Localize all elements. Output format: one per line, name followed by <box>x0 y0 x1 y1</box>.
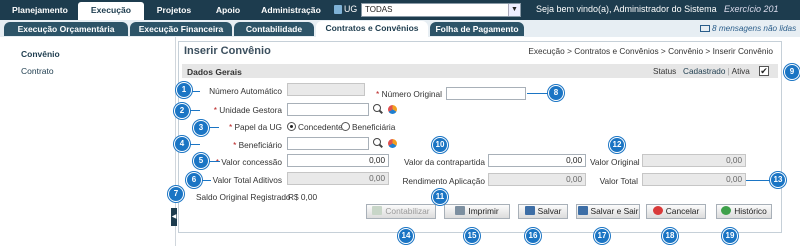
beneficiario-label: * Beneficiário <box>233 140 282 150</box>
historico-button[interactable]: Histórico <box>716 204 772 219</box>
history-icon <box>721 206 732 215</box>
tab-projetos[interactable]: Projetos <box>148 2 200 18</box>
callout-badge: 14 <box>398 228 414 244</box>
breadcrumb: Execução > Contratos e Convênios > Convê… <box>528 46 773 56</box>
status-label: Status <box>653 67 677 76</box>
page-title: Inserir Convênio <box>184 45 271 57</box>
callout-badge: 1 <box>176 82 192 98</box>
salvar-e-sair-button[interactable]: Salvar e Sair <box>576 204 640 219</box>
ug-select-value: TODAS <box>365 5 393 14</box>
callout-badge: 4 <box>174 136 190 152</box>
cancelar-button[interactable]: Cancelar <box>646 204 706 219</box>
callout-line <box>746 180 770 181</box>
concedente-label: Concedente <box>298 122 343 132</box>
callout-badge: 5 <box>193 153 209 169</box>
beneficiario-input[interactable] <box>287 137 369 150</box>
sidebar-collapse-handle[interactable]: ◀ <box>171 208 177 226</box>
messages-text: 8 mensagens não lidas <box>712 24 797 33</box>
callout-badge: 18 <box>662 228 678 244</box>
salvar-button[interactable]: Salvar <box>518 204 568 219</box>
subtab-execucao-financeira[interactable]: Execução Financeira <box>130 22 232 36</box>
ug-select[interactable]: TODAS ▼ <box>361 3 521 17</box>
unidade-gestora-label: * Unidade Gestora <box>213 105 282 115</box>
valor-concessao-input[interactable]: 0,00 <box>287 154 389 167</box>
options-icon[interactable] <box>388 139 397 148</box>
callout-badge: 16 <box>525 228 541 244</box>
printer-icon <box>455 206 466 215</box>
valor-total-field: 0,00 <box>642 173 746 186</box>
status-value: Cadastrado <box>683 67 726 76</box>
subtab-contratos-convenios[interactable]: Contratos e Convênios <box>316 21 428 37</box>
beneficiaria-label: Beneficiária <box>352 122 396 132</box>
envelope-icon <box>700 25 710 33</box>
callout-badge: 6 <box>186 172 202 188</box>
rendimento-aplicacao-field: 0,00 <box>488 173 586 186</box>
exercicio-label[interactable]: Exercício 201 <box>724 4 779 14</box>
ativa-label: Ativa <box>731 67 750 76</box>
numero-original-input[interactable] <box>446 87 526 100</box>
valor-original-label: Valor Original <box>590 157 640 167</box>
saldo-original-value: R$ 0,00 <box>288 192 318 202</box>
tab-administracao[interactable]: Administração <box>252 2 330 18</box>
save-icon <box>524 206 535 215</box>
tab-apoio[interactable]: Apoio <box>208 2 248 18</box>
callout-badge: 3 <box>193 120 209 136</box>
sidebar: Convênio Contrato <box>0 37 176 246</box>
callout-badge: 15 <box>464 228 480 244</box>
callout-badge: 13 <box>770 172 786 188</box>
welcome-text: Seja bem vindo(a), Administrador do Sist… <box>536 4 717 14</box>
subtab-execucao-orcamentaria[interactable]: Execução Orçamentária <box>4 22 128 36</box>
rendimento-aplicacao-label: Rendimento Aplicação <box>402 176 485 186</box>
messages-link[interactable]: 8 mensagens não lidas <box>700 24 796 33</box>
callout-badge: 19 <box>722 228 738 244</box>
callout-badge: 9 <box>784 64 800 80</box>
ug-icon <box>334 5 342 14</box>
numero-automatico-field <box>287 83 365 96</box>
section-title: Dados Gerais <box>187 67 242 77</box>
sub-nav-bar: Execução Orçamentária Execução Financeir… <box>0 20 800 37</box>
search-icon[interactable] <box>373 138 383 148</box>
contabilizar-button[interactable]: Contabilizar <box>366 204 436 219</box>
status-info: Status Cadastrado | Ativa <box>653 67 750 76</box>
valor-total-label: Valor Total <box>599 176 638 186</box>
chevron-down-icon[interactable]: ▼ <box>508 4 520 16</box>
callout-badge: 2 <box>174 103 190 119</box>
subtab-folha-pagamento[interactable]: Folha de Pagamento <box>430 22 524 36</box>
callout-badge: 8 <box>548 85 564 101</box>
imprimir-button[interactable]: Imprimir <box>444 204 510 219</box>
valor-original-field: 0,00 <box>642 154 746 167</box>
search-icon[interactable] <box>373 104 383 114</box>
callout-badge: 7 <box>168 186 184 202</box>
top-nav-bar: Planejamento Execução Projetos Apoio Adm… <box>0 0 800 20</box>
radio-concedente[interactable] <box>287 122 296 131</box>
sidebar-item-convenio[interactable]: Convênio <box>21 49 60 59</box>
callout-line <box>527 93 549 94</box>
options-icon[interactable] <box>388 105 397 114</box>
radio-beneficiaria[interactable] <box>341 122 350 131</box>
unidade-gestora-input[interactable] <box>287 103 369 116</box>
valor-total-aditivos-field: 0,00 <box>287 172 389 185</box>
contabilizar-icon <box>372 206 383 215</box>
ug-label: UG <box>344 4 358 14</box>
ativa-checkbox[interactable]: ✔ <box>759 66 769 76</box>
valor-contrapartida-label: Valor da contrapartida <box>403 157 485 167</box>
valor-contrapartida-input[interactable]: 0,00 <box>488 154 586 167</box>
numero-original-label: * Número Original <box>376 89 442 99</box>
numero-automatico-label: Número Automático <box>209 86 282 96</box>
tab-execucao[interactable]: Execução <box>78 2 144 20</box>
cancel-icon <box>652 206 663 215</box>
valor-total-aditivos-label: Valor Total Aditivos <box>212 175 282 185</box>
callout-badge: 17 <box>594 228 610 244</box>
subtab-contabilidade[interactable]: Contabilidade <box>234 22 314 36</box>
callout-badge: 11 <box>432 189 448 205</box>
tab-planejamento[interactable]: Planejamento <box>4 2 76 18</box>
save-exit-icon <box>577 206 588 215</box>
saldo-original-label: Saldo Original Registrado <box>196 192 291 202</box>
valor-concessao-label: * Valor concessão <box>215 157 282 167</box>
callout-badge: 10 <box>432 137 448 153</box>
callout-badge: 12 <box>609 137 625 153</box>
sidebar-item-contrato[interactable]: Contrato <box>21 66 54 76</box>
